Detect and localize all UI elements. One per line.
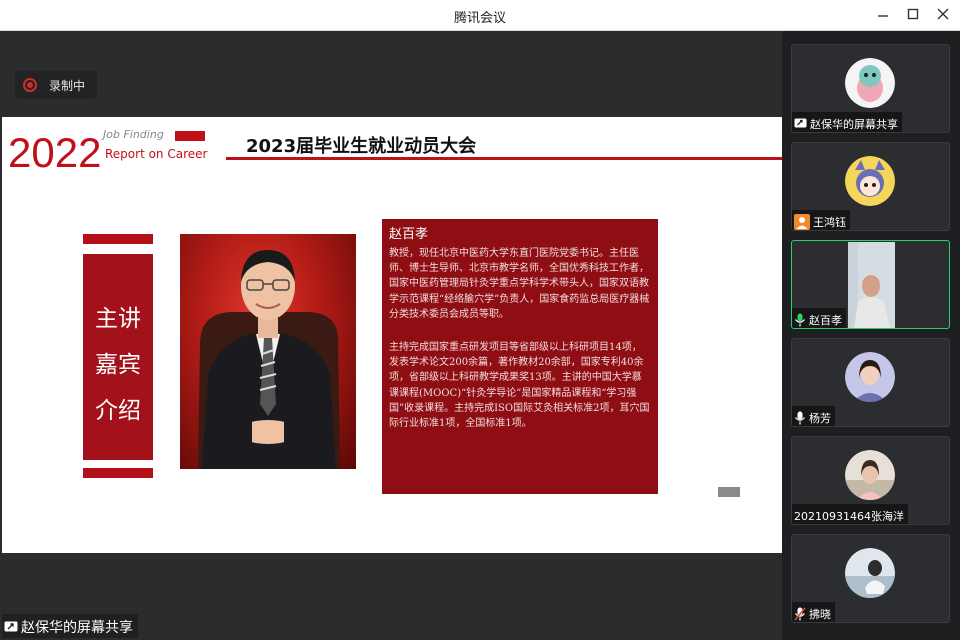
screen-share-label: 赵保华的屏幕共享 (2, 614, 138, 638)
participant-name: 20210931464张海洋 (794, 509, 904, 523)
banner-line: 主讲 (95, 306, 141, 332)
speaker-bio-box: 赵百孝 教授，现任北京中医药大学东直门医院党委书记。主任医师、博士生导师、北京市… (382, 219, 658, 494)
participant-name-bar: 赵保华的屏幕共享 (792, 112, 902, 132)
participants-panel: 赵保华的屏幕共享 王鸿钰 赵百孝 杨芳 20210931464张海洋 拂晓 (782, 31, 960, 640)
slide-title-underline (226, 157, 782, 160)
person-icon (794, 213, 810, 230)
mic-active-icon (795, 313, 805, 326)
avatar (845, 58, 895, 108)
participant-name: 杨芳 (809, 411, 831, 425)
avatar (845, 156, 895, 206)
avatar (845, 450, 895, 500)
screen-share-icon (794, 118, 807, 128)
recording-label: 录制中 (49, 79, 86, 93)
window-title: 腾讯会议 (453, 11, 506, 26)
participant-name-bar: 拂晓 (792, 602, 835, 622)
banner-bottom-bar (83, 468, 153, 478)
participant-tile[interactable]: 20210931464张海洋 (791, 436, 950, 525)
avatar (845, 352, 895, 402)
record-icon (23, 78, 37, 92)
close-icon (937, 8, 949, 20)
slide-job-finding: Job Finding (103, 128, 164, 141)
screen-share-text: 赵保华的屏幕共享 (21, 620, 133, 636)
video-feed (848, 242, 895, 328)
speaker-intro-banner: 主讲 嘉宾 介绍 (83, 254, 153, 460)
banner-line: 嘉宾 (95, 352, 141, 378)
participant-tile-active[interactable]: 赵百孝 (791, 240, 950, 329)
slide-year: 2022 (8, 129, 102, 176)
participant-name: 赵百孝 (809, 313, 842, 327)
speaker-photo (180, 234, 356, 469)
close-button[interactable] (930, 4, 956, 26)
title-bar: 腾讯会议 (0, 0, 960, 31)
recording-indicator[interactable]: 录制中 (15, 71, 97, 99)
maximize-button[interactable] (900, 4, 926, 26)
participant-tile[interactable]: 拂晓 (791, 534, 950, 623)
main-stage: 录制中 2022 Job Finding Report on Career 20… (0, 31, 782, 640)
participant-tile[interactable]: 赵保华的屏幕共享 (791, 44, 950, 133)
participant-name-bar: 20210931464张海洋 (792, 504, 908, 524)
maximize-icon (907, 8, 919, 20)
screen-share-icon (4, 621, 18, 632)
minimize-icon (878, 15, 888, 17)
mic-muted-icon (794, 606, 806, 621)
slide-accent-bar (175, 131, 205, 141)
bio-paragraph: 主持完成国家重点研发项目等省部级以上科研项目14项，发表学术论文200余篇，著作… (389, 342, 650, 430)
banner-top-bar (83, 234, 153, 244)
participant-name: 王鸿钰 (813, 215, 846, 229)
minimize-button[interactable] (870, 4, 896, 26)
participant-name: 拂晓 (809, 607, 831, 621)
avatar (845, 548, 895, 598)
participant-name-bar: 赵百孝 (792, 308, 846, 328)
participant-name: 赵保华的屏幕共享 (810, 117, 898, 131)
slide-title: 2023届毕业生就业动员大会 (246, 136, 477, 157)
participant-tile[interactable]: 王鸿钰 (791, 142, 950, 231)
participant-tile[interactable]: 杨芳 (791, 338, 950, 427)
speaker-name: 赵百孝 (389, 227, 429, 242)
bio-paragraph: 教授，现任北京中医药大学东直门医院党委书记。主任医师、博士生导师、北京市教学名师… (389, 248, 650, 320)
mic-icon (795, 411, 805, 424)
participant-name-bar: 杨芳 (792, 406, 835, 426)
slide-marker (718, 487, 740, 497)
slide-report-label: Report on Career (105, 147, 208, 161)
shared-slide: 2022 Job Finding Report on Career 2023届毕… (2, 117, 782, 553)
participant-name-bar: 王鸿钰 (792, 210, 850, 230)
banner-line: 介绍 (95, 398, 141, 424)
